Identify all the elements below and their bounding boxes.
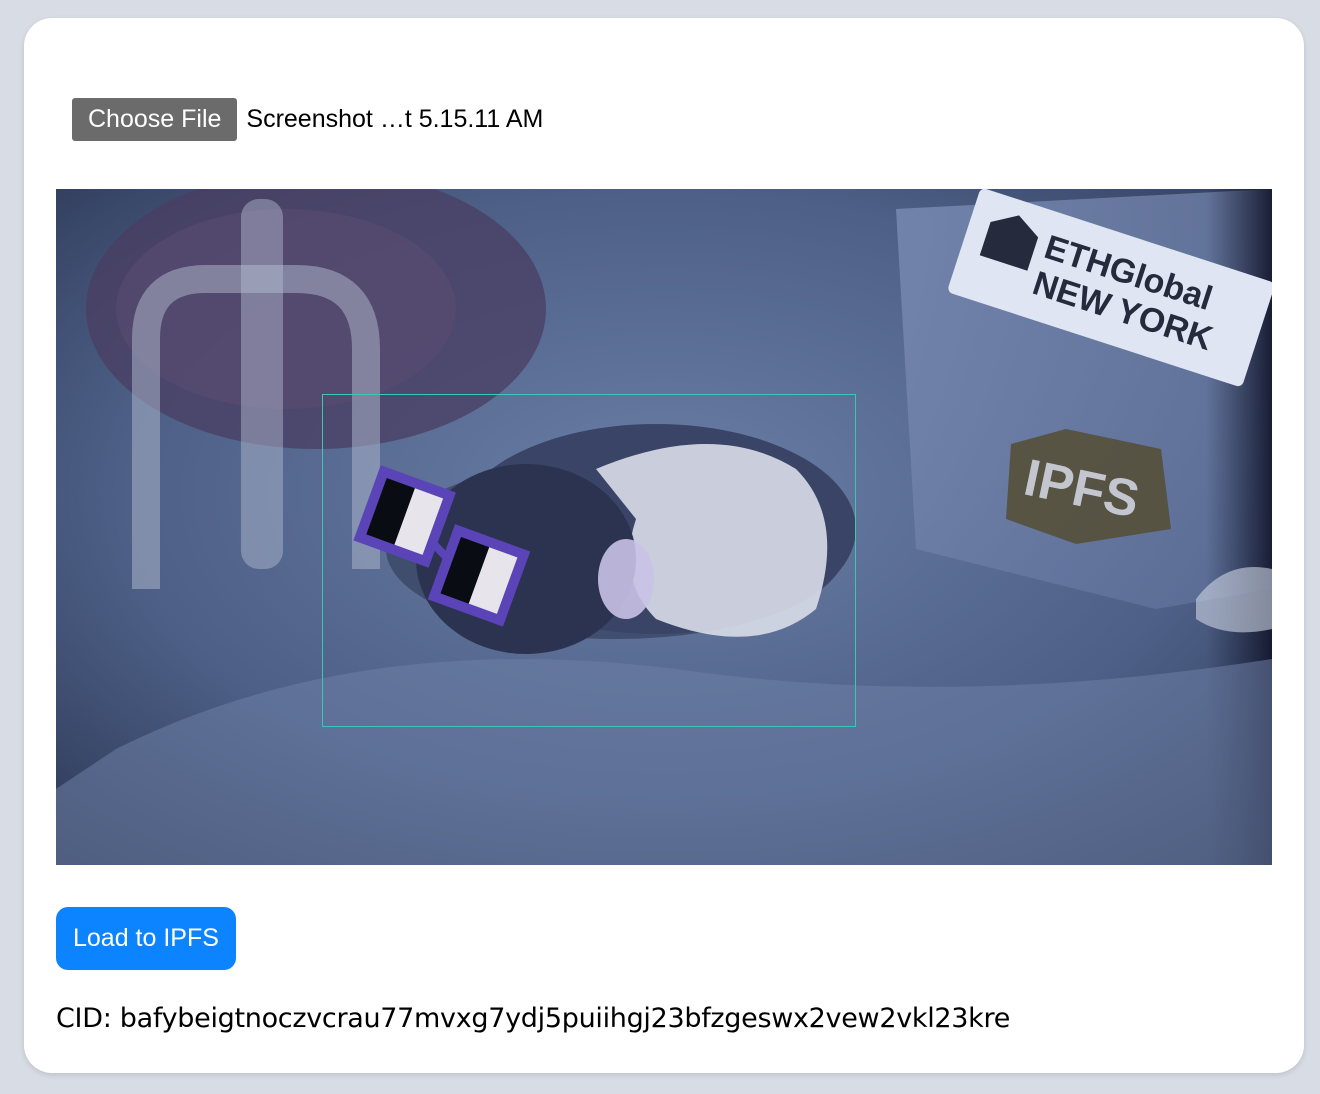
uploaded-image: ETHGlobal NEW YORK IPFS: [56, 189, 1272, 865]
load-to-ipfs-button[interactable]: Load to IPFS: [56, 907, 236, 970]
cid-value: bafybeigtnoczvcrau77mvxg7ydj5puiihgj23bf…: [119, 1003, 1011, 1034]
cid-label: CID:: [56, 1003, 120, 1034]
cid-result: CID: bafybeigtnoczvcrau77mvxg7ydj5puiihg…: [56, 1003, 1010, 1034]
choose-file-button[interactable]: Choose File: [72, 98, 238, 141]
file-input[interactable]: Choose File Screenshot …t 5.15.11 AM: [72, 98, 543, 141]
selected-file-name: Screenshot …t 5.15.11 AM: [246, 105, 544, 133]
upload-card: Choose File Screenshot …t 5.15.11 AM ETH…: [24, 18, 1304, 1073]
detection-box: [322, 394, 856, 727]
